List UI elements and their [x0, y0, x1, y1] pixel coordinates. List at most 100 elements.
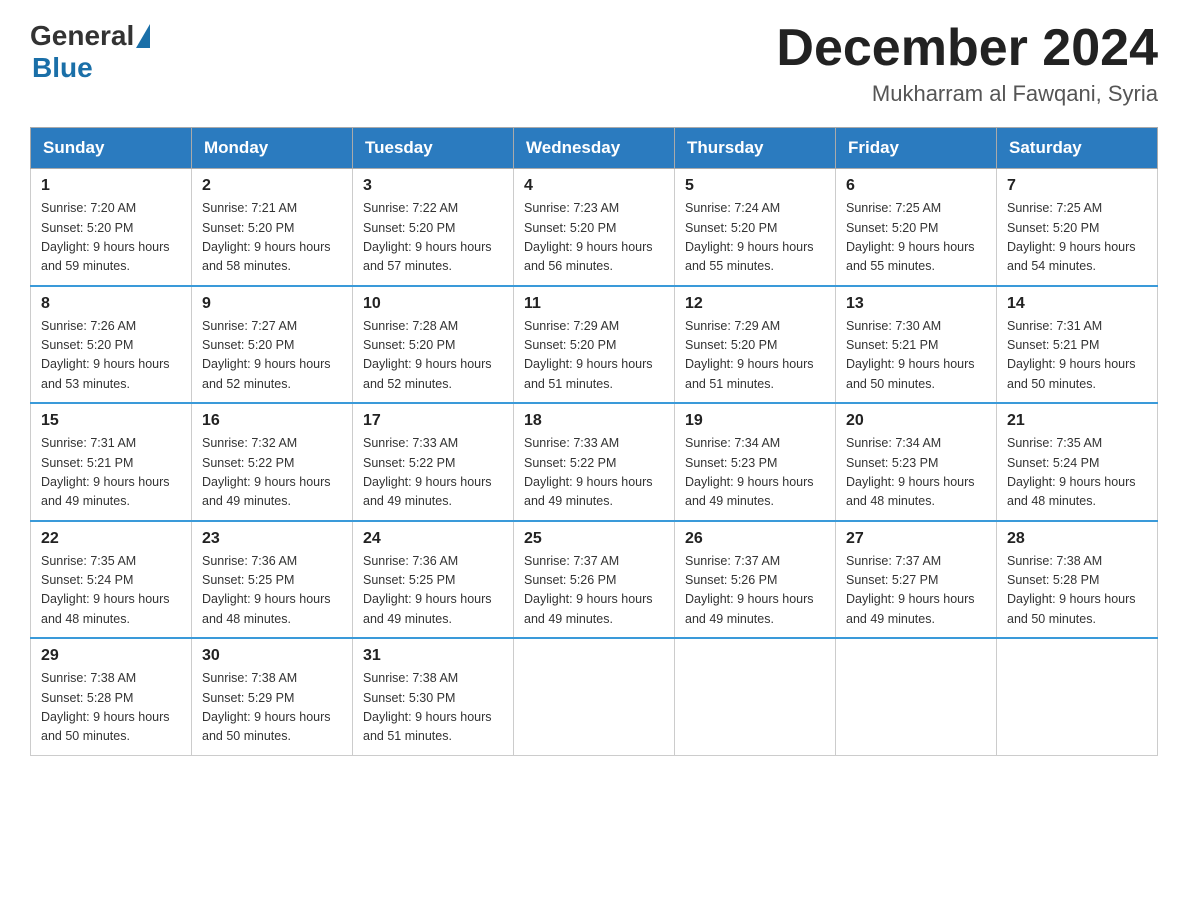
day-info: Sunrise: 7:33 AMSunset: 5:22 PMDaylight:…	[524, 434, 664, 512]
day-info: Sunrise: 7:28 AMSunset: 5:20 PMDaylight:…	[363, 317, 503, 395]
header-sunday: Sunday	[31, 128, 192, 169]
day-info: Sunrise: 7:38 AMSunset: 5:30 PMDaylight:…	[363, 669, 503, 747]
calendar-cell: 6 Sunrise: 7:25 AMSunset: 5:20 PMDayligh…	[836, 169, 997, 286]
header-wednesday: Wednesday	[514, 128, 675, 169]
logo-blue-text: Blue	[32, 52, 93, 83]
header-thursday: Thursday	[675, 128, 836, 169]
day-number: 14	[1007, 295, 1147, 313]
weekday-header-row: Sunday Monday Tuesday Wednesday Thursday…	[31, 128, 1158, 169]
calendar-cell: 14 Sunrise: 7:31 AMSunset: 5:21 PMDaylig…	[997, 286, 1158, 404]
day-number: 10	[363, 295, 503, 313]
month-title: December 2024	[776, 20, 1158, 77]
day-info: Sunrise: 7:29 AMSunset: 5:20 PMDaylight:…	[685, 317, 825, 395]
calendar-cell: 31 Sunrise: 7:38 AMSunset: 5:30 PMDaylig…	[353, 638, 514, 755]
week-row-3: 15 Sunrise: 7:31 AMSunset: 5:21 PMDaylig…	[31, 403, 1158, 521]
logo-triangle-icon	[136, 24, 150, 48]
day-info: Sunrise: 7:31 AMSunset: 5:21 PMDaylight:…	[41, 434, 181, 512]
calendar-cell	[836, 638, 997, 755]
calendar-cell: 8 Sunrise: 7:26 AMSunset: 5:20 PMDayligh…	[31, 286, 192, 404]
day-number: 29	[41, 647, 181, 665]
calendar-cell: 12 Sunrise: 7:29 AMSunset: 5:20 PMDaylig…	[675, 286, 836, 404]
day-info: Sunrise: 7:35 AMSunset: 5:24 PMDaylight:…	[1007, 434, 1147, 512]
day-number: 23	[202, 530, 342, 548]
week-row-2: 8 Sunrise: 7:26 AMSunset: 5:20 PMDayligh…	[31, 286, 1158, 404]
day-info: Sunrise: 7:25 AMSunset: 5:20 PMDaylight:…	[1007, 199, 1147, 277]
calendar-cell: 4 Sunrise: 7:23 AMSunset: 5:20 PMDayligh…	[514, 169, 675, 286]
week-row-5: 29 Sunrise: 7:38 AMSunset: 5:28 PMDaylig…	[31, 638, 1158, 755]
day-number: 2	[202, 177, 342, 195]
day-number: 9	[202, 295, 342, 313]
calendar-cell: 24 Sunrise: 7:36 AMSunset: 5:25 PMDaylig…	[353, 521, 514, 639]
day-info: Sunrise: 7:34 AMSunset: 5:23 PMDaylight:…	[846, 434, 986, 512]
day-info: Sunrise: 7:35 AMSunset: 5:24 PMDaylight:…	[41, 552, 181, 630]
header-tuesday: Tuesday	[353, 128, 514, 169]
day-number: 13	[846, 295, 986, 313]
day-info: Sunrise: 7:34 AMSunset: 5:23 PMDaylight:…	[685, 434, 825, 512]
page-header: General Blue December 2024 Mukharram al …	[30, 20, 1158, 107]
calendar-cell: 25 Sunrise: 7:37 AMSunset: 5:26 PMDaylig…	[514, 521, 675, 639]
calendar-cell: 20 Sunrise: 7:34 AMSunset: 5:23 PMDaylig…	[836, 403, 997, 521]
day-number: 17	[363, 412, 503, 430]
day-info: Sunrise: 7:30 AMSunset: 5:21 PMDaylight:…	[846, 317, 986, 395]
calendar-cell: 5 Sunrise: 7:24 AMSunset: 5:20 PMDayligh…	[675, 169, 836, 286]
header-friday: Friday	[836, 128, 997, 169]
day-info: Sunrise: 7:37 AMSunset: 5:26 PMDaylight:…	[685, 552, 825, 630]
calendar-cell: 30 Sunrise: 7:38 AMSunset: 5:29 PMDaylig…	[192, 638, 353, 755]
day-number: 6	[846, 177, 986, 195]
day-number: 18	[524, 412, 664, 430]
calendar-table: Sunday Monday Tuesday Wednesday Thursday…	[30, 127, 1158, 756]
week-row-4: 22 Sunrise: 7:35 AMSunset: 5:24 PMDaylig…	[31, 521, 1158, 639]
day-info: Sunrise: 7:37 AMSunset: 5:27 PMDaylight:…	[846, 552, 986, 630]
day-info: Sunrise: 7:38 AMSunset: 5:29 PMDaylight:…	[202, 669, 342, 747]
day-info: Sunrise: 7:26 AMSunset: 5:20 PMDaylight:…	[41, 317, 181, 395]
logo-general-text: General	[30, 20, 134, 52]
calendar-cell: 3 Sunrise: 7:22 AMSunset: 5:20 PMDayligh…	[353, 169, 514, 286]
calendar-cell: 21 Sunrise: 7:35 AMSunset: 5:24 PMDaylig…	[997, 403, 1158, 521]
day-number: 15	[41, 412, 181, 430]
day-number: 7	[1007, 177, 1147, 195]
location-subtitle: Mukharram al Fawqani, Syria	[776, 81, 1158, 107]
calendar-cell: 11 Sunrise: 7:29 AMSunset: 5:20 PMDaylig…	[514, 286, 675, 404]
day-number: 20	[846, 412, 986, 430]
calendar-cell: 17 Sunrise: 7:33 AMSunset: 5:22 PMDaylig…	[353, 403, 514, 521]
day-number: 21	[1007, 412, 1147, 430]
calendar-cell: 23 Sunrise: 7:36 AMSunset: 5:25 PMDaylig…	[192, 521, 353, 639]
calendar-cell	[514, 638, 675, 755]
day-number: 26	[685, 530, 825, 548]
day-info: Sunrise: 7:33 AMSunset: 5:22 PMDaylight:…	[363, 434, 503, 512]
day-info: Sunrise: 7:21 AMSunset: 5:20 PMDaylight:…	[202, 199, 342, 277]
calendar-cell: 13 Sunrise: 7:30 AMSunset: 5:21 PMDaylig…	[836, 286, 997, 404]
calendar-cell: 18 Sunrise: 7:33 AMSunset: 5:22 PMDaylig…	[514, 403, 675, 521]
calendar-cell: 2 Sunrise: 7:21 AMSunset: 5:20 PMDayligh…	[192, 169, 353, 286]
day-info: Sunrise: 7:20 AMSunset: 5:20 PMDaylight:…	[41, 199, 181, 277]
day-number: 24	[363, 530, 503, 548]
day-number: 11	[524, 295, 664, 313]
title-area: December 2024 Mukharram al Fawqani, Syri…	[776, 20, 1158, 107]
calendar-cell: 29 Sunrise: 7:38 AMSunset: 5:28 PMDaylig…	[31, 638, 192, 755]
calendar-cell: 7 Sunrise: 7:25 AMSunset: 5:20 PMDayligh…	[997, 169, 1158, 286]
day-number: 3	[363, 177, 503, 195]
day-info: Sunrise: 7:23 AMSunset: 5:20 PMDaylight:…	[524, 199, 664, 277]
calendar-cell: 1 Sunrise: 7:20 AMSunset: 5:20 PMDayligh…	[31, 169, 192, 286]
calendar-cell: 22 Sunrise: 7:35 AMSunset: 5:24 PMDaylig…	[31, 521, 192, 639]
day-number: 22	[41, 530, 181, 548]
calendar-cell: 10 Sunrise: 7:28 AMSunset: 5:20 PMDaylig…	[353, 286, 514, 404]
day-number: 31	[363, 647, 503, 665]
day-info: Sunrise: 7:38 AMSunset: 5:28 PMDaylight:…	[1007, 552, 1147, 630]
calendar-cell: 16 Sunrise: 7:32 AMSunset: 5:22 PMDaylig…	[192, 403, 353, 521]
day-info: Sunrise: 7:37 AMSunset: 5:26 PMDaylight:…	[524, 552, 664, 630]
day-info: Sunrise: 7:25 AMSunset: 5:20 PMDaylight:…	[846, 199, 986, 277]
calendar-cell	[675, 638, 836, 755]
calendar-cell: 15 Sunrise: 7:31 AMSunset: 5:21 PMDaylig…	[31, 403, 192, 521]
day-number: 5	[685, 177, 825, 195]
week-row-1: 1 Sunrise: 7:20 AMSunset: 5:20 PMDayligh…	[31, 169, 1158, 286]
header-monday: Monday	[192, 128, 353, 169]
day-info: Sunrise: 7:27 AMSunset: 5:20 PMDaylight:…	[202, 317, 342, 395]
day-info: Sunrise: 7:24 AMSunset: 5:20 PMDaylight:…	[685, 199, 825, 277]
day-info: Sunrise: 7:31 AMSunset: 5:21 PMDaylight:…	[1007, 317, 1147, 395]
calendar-cell	[997, 638, 1158, 755]
calendar-cell: 26 Sunrise: 7:37 AMSunset: 5:26 PMDaylig…	[675, 521, 836, 639]
day-info: Sunrise: 7:32 AMSunset: 5:22 PMDaylight:…	[202, 434, 342, 512]
day-number: 30	[202, 647, 342, 665]
day-number: 16	[202, 412, 342, 430]
